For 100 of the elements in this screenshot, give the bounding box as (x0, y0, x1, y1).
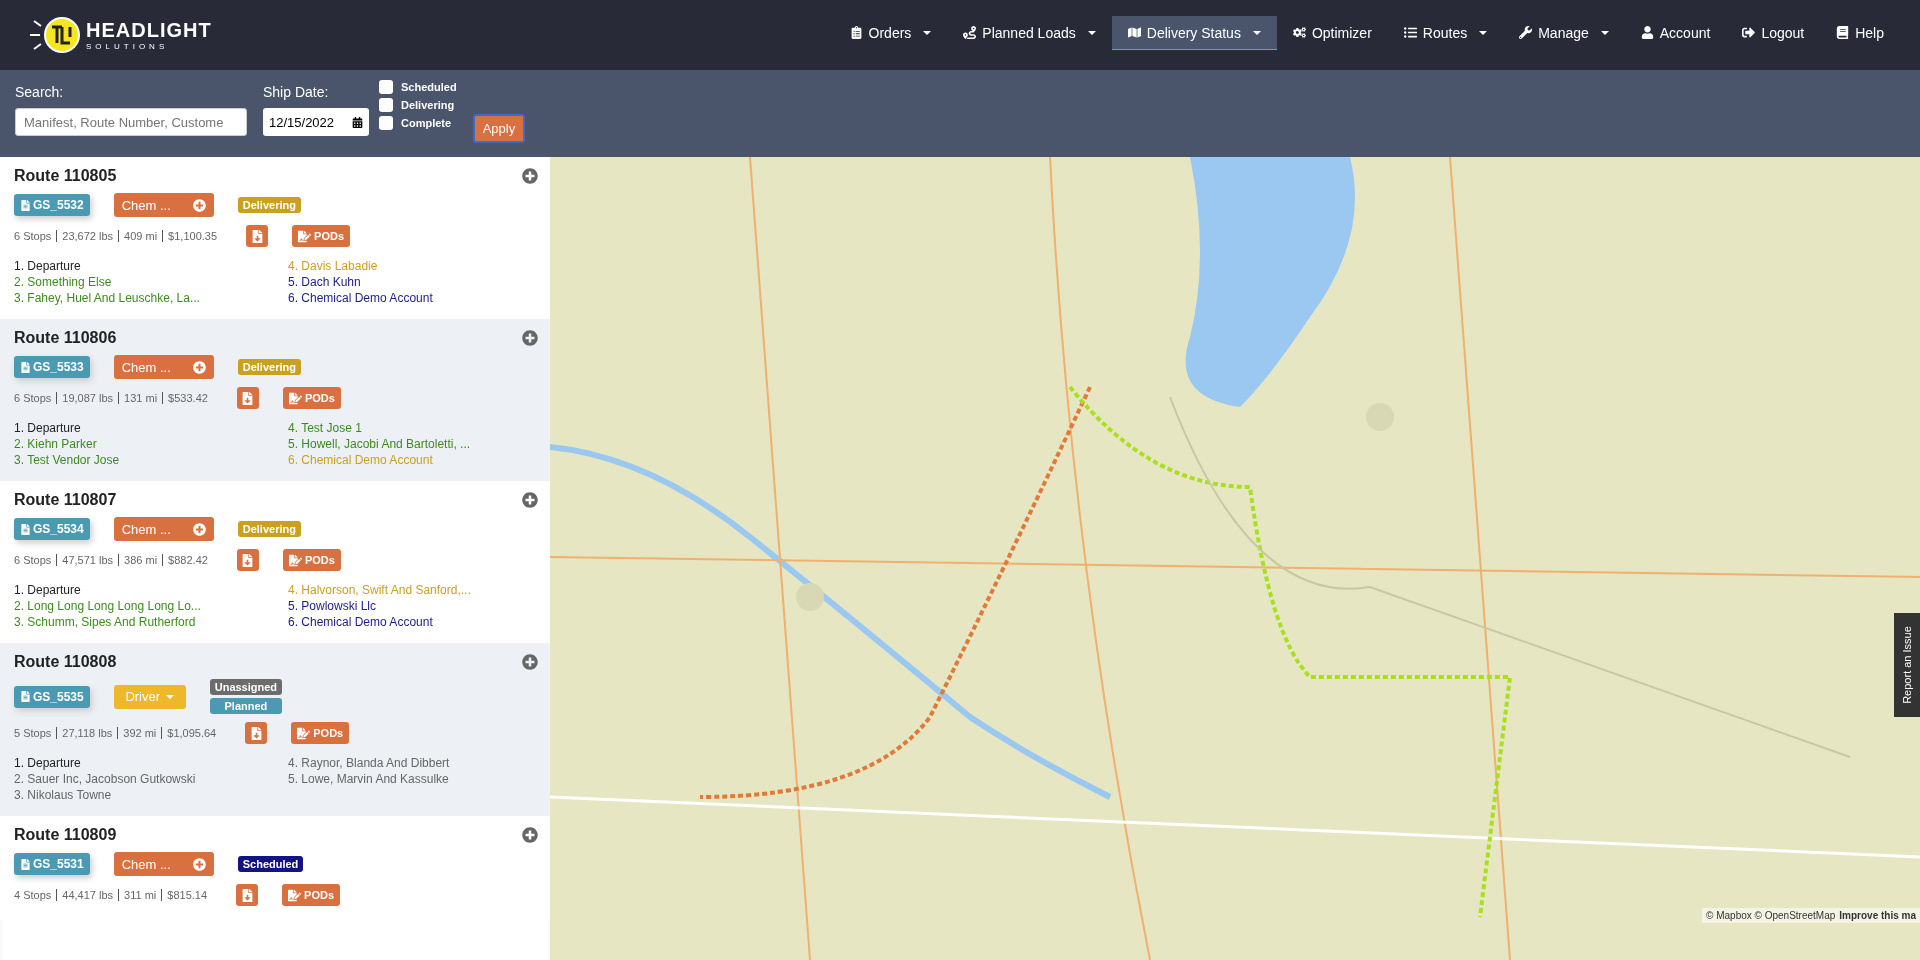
status-badge: Unassigned (209, 679, 283, 695)
stop-item: 3. Schumm, Sipes And Rutherford (14, 615, 197, 629)
document-icon (20, 199, 31, 211)
logout-icon (1742, 26, 1756, 39)
add-icon[interactable] (522, 168, 538, 184)
route-stat: $1,095.64 (161, 727, 222, 739)
nav-item[interactable]: Logout (1726, 16, 1821, 50)
route-stat: $882.42 (162, 554, 213, 566)
stop-item: 4. Test Jose 1 (288, 421, 363, 435)
stop-item: 1. Departure (14, 259, 82, 273)
download-button[interactable] (246, 225, 269, 247)
route-stat: $1,100.35 (162, 230, 223, 242)
route-stat: 392 mi (117, 727, 162, 739)
date-field[interactable]: 12/15/2022 (263, 108, 369, 136)
add-icon[interactable] (522, 654, 538, 670)
brand-tagline: SOLUTIONS (86, 42, 170, 51)
checkbox[interactable] (379, 98, 393, 112)
user-icon (1640, 26, 1654, 39)
stop-item: 5. Dach Kuhn (288, 275, 362, 289)
route-title: Route 110808 (14, 653, 117, 671)
nav-item[interactable]: Delivery Status (1111, 16, 1277, 50)
document-icon (20, 523, 31, 535)
calendar-icon (352, 116, 363, 128)
stop-item: 3. Test Vendor Jose (14, 453, 121, 467)
add-icon (192, 522, 206, 536)
route-stat: 131 mi (118, 392, 163, 404)
driver-dropdown[interactable]: Driver (113, 684, 186, 709)
checkbox[interactable] (379, 116, 393, 130)
add-icon[interactable] (522, 492, 538, 508)
add-icon[interactable] (522, 827, 538, 843)
stop-item: 6. Chemical Demo Account (288, 453, 434, 467)
nav-item[interactable]: Optimizer (1276, 16, 1388, 50)
download-button[interactable] (245, 722, 268, 744)
signature-icon (297, 726, 311, 740)
search-field[interactable]: Manifest, Route Number, Custome (15, 108, 247, 136)
status-badge: Delivering (237, 197, 301, 213)
report-issue-button[interactable]: Report an Issue (1894, 613, 1920, 717)
book-icon (1836, 26, 1850, 39)
pods-button[interactable]: PODs (292, 225, 350, 247)
download-button[interactable] (236, 884, 259, 906)
nav-item[interactable]: Planned Loads (947, 16, 1112, 50)
brand-name: HEADLIGHT (86, 19, 212, 42)
manifest-link[interactable]: GS_5535 (14, 685, 90, 708)
pods-button[interactable]: PODs (291, 722, 350, 744)
checkbox-label: Complete (401, 117, 452, 129)
download-icon (250, 229, 264, 243)
caret-icon (166, 694, 175, 699)
stop-item: 5. Powlowski Llc (288, 599, 378, 613)
manifest-link[interactable]: GS_5534 (14, 518, 90, 540)
stop-item: 4. Halvorson, Swift And Sanford,... (288, 583, 472, 597)
stop-item: 2. Kiehn Parker (14, 437, 98, 451)
download-icon (241, 391, 255, 405)
document-icon (20, 361, 31, 373)
route-stat: 4 Stops (14, 889, 53, 901)
status-badge: Planned (209, 698, 283, 714)
route-stat: 386 mi (118, 554, 163, 566)
stop-item: 1. Departure (14, 583, 82, 597)
route-title: Route 110809 (14, 826, 117, 844)
stop-item: 3. Fahey, Huel And Leuschke, La... (14, 291, 201, 305)
route-stat: 6 Stops (14, 554, 53, 566)
pods-button[interactable]: PODs (282, 387, 341, 409)
checkbox[interactable] (379, 80, 393, 94)
map-icon (1127, 26, 1141, 39)
assign-button[interactable]: Chem ... (113, 852, 214, 876)
improve-map-link[interactable]: Improve this ma (1839, 910, 1916, 921)
manifest-link[interactable]: GS_5531 (14, 853, 90, 875)
route-stat: 27,118 lbs (56, 727, 118, 739)
route-title: Route 110806 (14, 329, 117, 347)
download-button[interactable] (236, 387, 259, 409)
manifest-link[interactable]: GS_5532 (14, 194, 90, 216)
checkbox-label: Scheduled (401, 81, 457, 93)
nav-item[interactable]: Routes (1387, 16, 1504, 50)
assign-button[interactable]: Chem ... (113, 517, 214, 541)
stop-item: 4. Raynor, Blanda And Dibbert (288, 756, 451, 770)
stop-item: 1. Departure (14, 421, 82, 435)
route-stat: $533.42 (162, 392, 213, 404)
nav-item[interactable]: Manage (1503, 16, 1625, 50)
assign-button[interactable]: Chem ... (113, 355, 214, 379)
add-icon (192, 857, 206, 871)
route-stat: 47,571 lbs (56, 554, 119, 566)
signature-icon (288, 888, 302, 902)
stop-item: 6. Chemical Demo Account (288, 291, 434, 305)
assign-button[interactable]: Chem ... (113, 193, 214, 217)
manifest-link[interactable]: GS_5533 (14, 356, 90, 378)
gears-icon (1292, 26, 1306, 39)
nav-item[interactable]: Account (1624, 16, 1727, 50)
search-label: Search: (15, 84, 65, 100)
apply-button[interactable]: Apply (472, 114, 526, 143)
download-button[interactable] (236, 549, 259, 571)
nav-item[interactable]: Orders (833, 16, 948, 50)
route-stat: 6 Stops (14, 230, 53, 242)
nav-item[interactable]: Help (1820, 16, 1900, 50)
add-icon[interactable] (522, 330, 538, 346)
pods-button[interactable]: PODs (282, 884, 340, 906)
pods-button[interactable]: PODs (282, 549, 341, 571)
status-badge: Delivering (237, 521, 301, 537)
route-stat: 6 Stops (14, 392, 53, 404)
stop-item: 4. Davis Labadie (288, 259, 379, 273)
route-stat: 44,417 lbs (56, 889, 119, 901)
route-title: Route 110805 (14, 167, 117, 185)
